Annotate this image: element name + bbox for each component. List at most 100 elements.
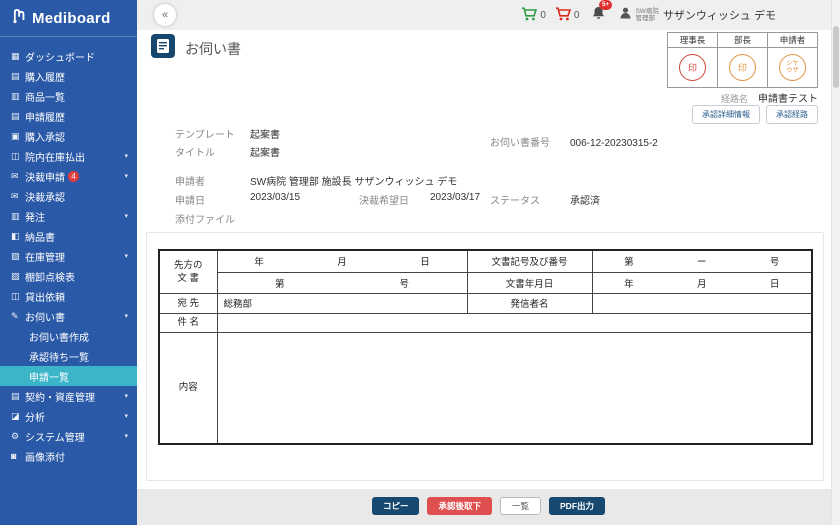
status-label: ステータス	[490, 192, 540, 207]
gear-icon: ⚙	[11, 431, 25, 442]
month-label: 月	[697, 276, 707, 290]
chevron-down-icon: ▾	[124, 252, 128, 260]
cart-icon: ▥	[11, 91, 25, 102]
doc-symbol-number-label: 文書記号及び番号	[467, 250, 592, 272]
desired-date-value: 2023/03/17	[430, 192, 480, 203]
sender-name-value	[592, 293, 812, 313]
footer-actions: コピー 承認後取下 一覧 PDF出力	[137, 489, 840, 525]
document-table: 先方の 文 書 年 月 日 文書記号及び番号 第 ー 号 第 号	[158, 249, 813, 445]
party-doc-label: 先方の 文 書	[159, 250, 217, 293]
sidebar-item-system-management[interactable]: ⚙システム管理▾	[0, 426, 137, 446]
dai-label: 第	[624, 254, 634, 268]
applicant-label: 申請者	[175, 173, 205, 188]
route-name-label: 経路名	[721, 92, 748, 105]
chevron-down-icon: ▾	[124, 152, 128, 160]
sidebar-item-application-history[interactable]: ▤申請履歴	[0, 106, 137, 126]
briefcase-icon: ◫	[11, 151, 25, 162]
sidebar-item-inquiry-doc[interactable]: ✎お伺い書▾	[0, 306, 137, 326]
route-row: 経路名 申請書テスト	[721, 90, 818, 105]
template-label: テンプレート	[175, 126, 235, 141]
dashboard-icon: ▦	[11, 51, 25, 62]
approval-route-button[interactable]: 承認経路	[766, 105, 818, 124]
withdraw-after-approval-button[interactable]: 承認後取下	[427, 497, 492, 515]
sidebar-subitem-application-list[interactable]: 申請一覧	[0, 366, 137, 386]
chevron-down-icon: ▾	[124, 412, 128, 420]
sidebar-item-image-attach[interactable]: ◙画像添付	[0, 446, 137, 466]
sidebar-item-decision-request[interactable]: ✉決裁申請4▾	[0, 166, 137, 186]
sidebar-item-lending-request[interactable]: ◫貸出依頼	[0, 286, 137, 306]
user-icon	[620, 6, 631, 24]
boxes-icon: ▧	[11, 251, 25, 262]
brand[interactable]: Mediboard	[0, 0, 137, 37]
list-button[interactable]: 一覧	[500, 497, 541, 515]
sidebar-item-decision-approval[interactable]: ✉決裁承認	[0, 186, 137, 206]
chart-icon: ◪	[11, 411, 25, 422]
cart-green-icon	[521, 7, 537, 24]
sidebar-item-stocktaking-sheet[interactable]: ▨棚卸点検表	[0, 266, 137, 286]
sidebar-item-purchase-history[interactable]: ▤購入履歴	[0, 66, 137, 86]
sidebar-item-hospital-stock-out[interactable]: ◫院内在庫払出▾	[0, 146, 137, 166]
scrollbar-thumb[interactable]	[833, 26, 839, 88]
recipient-label: 宛 先	[159, 293, 217, 313]
brand-logo-icon	[12, 7, 27, 29]
approval-detail-button[interactable]: 承認詳細情報	[692, 105, 760, 124]
applicant-stamp: シヤウザ	[779, 54, 806, 81]
sidebar-collapse-button[interactable]: «	[154, 4, 176, 26]
scrollbar-track[interactable]	[831, 0, 840, 525]
sidebar-item-order[interactable]: ▥発注▾	[0, 206, 137, 226]
cart-red-icon	[555, 7, 571, 24]
day-label: 日	[420, 254, 430, 268]
document-panel: 先方の 文 書 年 月 日 文書記号及び番号 第 ー 号 第 号	[146, 232, 824, 481]
chat-check-icon: ✉	[11, 191, 25, 202]
copy-button[interactable]: コピー	[372, 497, 420, 515]
cart-red-button[interactable]: 0	[555, 7, 580, 24]
sender-name-label: 発信者名	[467, 293, 592, 313]
user-name: サザンウィッシュ デモ	[663, 7, 776, 23]
topbar-right: 0 0 5+ SW病院 管理部 サザンウィッシュ デモ	[521, 6, 776, 25]
cart-red-count: 0	[574, 10, 580, 21]
applicant-value: SW病院 管理部 施設長 サザンウィッシュ デモ	[250, 173, 457, 188]
chevron-down-icon: ▾	[124, 172, 128, 180]
chevron-down-icon: ▾	[124, 212, 128, 220]
go-label: 号	[770, 254, 780, 268]
checklist-icon: ▨	[11, 271, 25, 282]
stamp-col-applicant: 申請者	[768, 33, 818, 48]
sidebar-item-purchase-approval[interactable]: ▣購入承認	[0, 126, 137, 146]
page-title-icon	[151, 34, 175, 58]
pdf-export-button[interactable]: PDF出力	[549, 497, 605, 515]
history-icon: ▤	[11, 71, 25, 82]
attachment-label: 添付ファイル	[175, 211, 235, 226]
template-value: 起案書	[250, 126, 280, 141]
sidebar-subitem-pending-approval-list[interactable]: 承認待ち一覧	[0, 346, 137, 366]
notifications-button[interactable]: 5+	[592, 6, 605, 25]
manager-stamp: 印	[729, 54, 756, 81]
chat-icon: ✉	[11, 171, 25, 182]
page-title: お伺い書	[185, 39, 241, 59]
subject-label: 件 名	[159, 313, 217, 332]
sidebar-item-product-list[interactable]: ▥商品一覧	[0, 86, 137, 106]
content: お伺い書 理事長 部長 申請者 印 印 シヤウザ 経路名 申請書テスト 承認詳細…	[137, 30, 840, 489]
contract-icon: ▤	[11, 391, 25, 402]
recipient-value: 総務部	[217, 293, 467, 313]
dai-label: 第	[275, 276, 285, 290]
subject-value	[217, 313, 812, 332]
sidebar-subitem-inquiry-create[interactable]: お伺い書作成	[0, 326, 137, 346]
sidebar: Mediboard ▦ダッシュボード ▤購入履歴 ▥商品一覧 ▤申請履歴 ▣購入…	[0, 0, 137, 525]
cart-green-button[interactable]: 0	[521, 7, 546, 24]
chairman-stamp: 印	[679, 54, 706, 81]
briefcase-icon: ◫	[11, 291, 25, 302]
sidebar-item-inventory-management[interactable]: ▧在庫管理▾	[0, 246, 137, 266]
main-area: « 0 0 5+ SW病院 管理部 サザンウィッシュ デモ	[137, 0, 840, 525]
truck-icon: ◧	[11, 231, 25, 242]
user-menu[interactable]: SW病院 管理部 サザンウィッシュ デモ	[620, 6, 776, 24]
inquiry-number-label: お伺い書番号	[490, 138, 550, 150]
topbar: « 0 0 5+ SW病院 管理部 サザンウィッシュ デモ	[137, 0, 840, 30]
sidebar-item-analytics[interactable]: ◪分析▾	[0, 406, 137, 426]
content-value	[217, 332, 812, 444]
sidebar-item-contract-asset[interactable]: ▤契約・資産管理▾	[0, 386, 137, 406]
approval-buttons: 承認詳細情報 承認経路	[692, 105, 818, 124]
sidebar-item-dashboard[interactable]: ▦ダッシュボード	[0, 46, 137, 66]
year-label: 年	[624, 276, 634, 290]
sidebar-item-delivery-note[interactable]: ◧納品書	[0, 226, 137, 246]
user-org: SW病院 管理部	[635, 8, 658, 22]
